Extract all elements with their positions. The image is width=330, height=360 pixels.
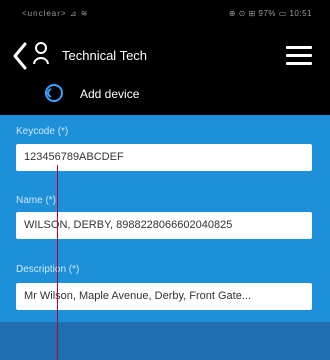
keycode-field[interactable] <box>16 144 312 171</box>
status-right: ⊕ ⊙ ⊞ 97% ▭ 10:51 <box>228 9 312 18</box>
add-device-label: Add device <box>80 87 140 101</box>
bottom-bar <box>0 322 330 360</box>
top-bar: <unclear> ⊿ ≋ ⊕ ⊙ ⊞ 97% ▭ 10:51 Technica… <box>0 0 330 115</box>
description-label: Description (*) <box>16 264 80 275</box>
status-bar: <unclear> ⊿ ≋ ⊕ ⊙ ⊞ 97% ▭ 10:51 <box>0 0 330 26</box>
page-title: Technical Tech <box>62 48 148 63</box>
chevron-left-icon[interactable] <box>12 42 28 70</box>
keycode-label: Keycode (*) <box>16 126 69 137</box>
name-field[interactable] <box>16 212 312 239</box>
description-field[interactable] <box>16 283 312 310</box>
name-label: Name (*) <box>16 195 57 206</box>
status-left: <unclear> ⊿ ≋ <box>22 9 89 18</box>
cursor-line <box>57 165 58 360</box>
user-icon <box>33 42 49 65</box>
hamburger-menu-icon[interactable] <box>286 46 312 66</box>
add-device-icon <box>45 84 63 102</box>
